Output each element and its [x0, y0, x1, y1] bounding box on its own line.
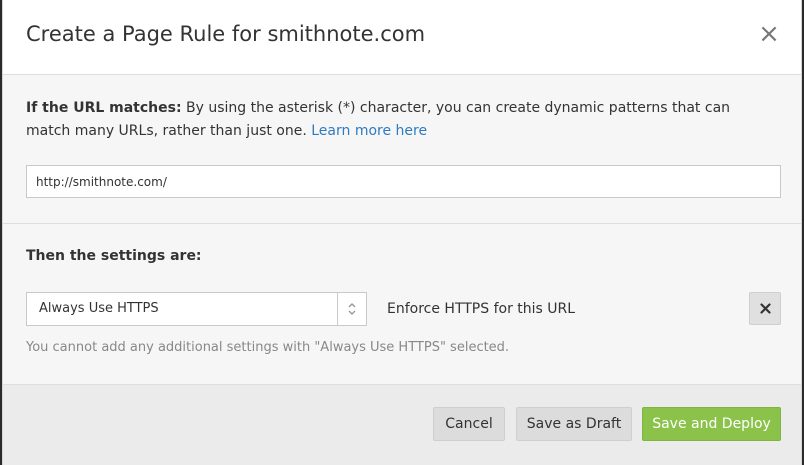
setting-select[interactable]: Always Use HTTPS — [26, 292, 367, 326]
url-match-section: If the URL matches: By using the asteris… — [3, 75, 801, 224]
setting-description: Enforce HTTPS for this URL — [387, 301, 576, 317]
url-input[interactable] — [26, 165, 781, 198]
settings-heading: Then the settings are: — [26, 248, 202, 264]
close-icon[interactable]: × — [755, 18, 783, 50]
dialog-title: Create a Page Rule for smithnote.com — [26, 22, 426, 46]
settings-note: You cannot add any additional settings w… — [26, 340, 510, 355]
cancel-button[interactable]: Cancel — [433, 407, 505, 441]
learn-more-link[interactable]: Learn more here — [311, 123, 427, 139]
page-rule-dialog: Create a Page Rule for smithnote.com × I… — [2, 0, 802, 465]
remove-setting-button[interactable] — [749, 292, 781, 325]
save-deploy-button[interactable]: Save and Deploy — [642, 407, 781, 441]
setting-select-value: Always Use HTTPS — [39, 301, 159, 316]
url-match-description: If the URL matches: By using the asteris… — [26, 97, 766, 143]
url-match-heading: If the URL matches: — [26, 100, 182, 116]
dialog-footer: Cancel Save as Draft Save and Deploy — [3, 385, 801, 465]
dialog-header: Create a Page Rule for smithnote.com × — [3, 0, 801, 75]
save-draft-button[interactable]: Save as Draft — [516, 407, 632, 441]
select-arrows-icon — [337, 293, 366, 325]
close-icon — [760, 303, 771, 314]
settings-section: Then the settings are: Always Use HTTPS … — [3, 224, 801, 385]
